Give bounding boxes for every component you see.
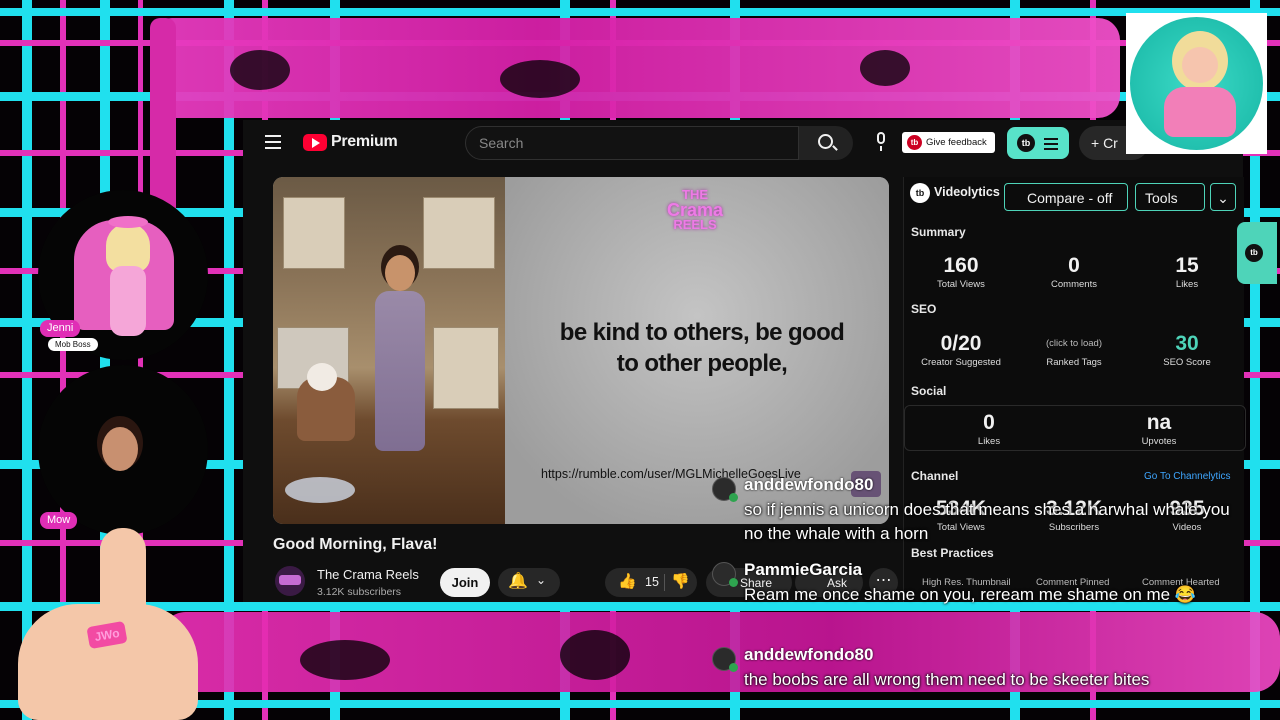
slide-caption: be kind to others, be good to other peop… [559,319,845,377]
seo-heading: SEO [911,302,937,316]
chat-username: anddewfondo80 [744,475,874,494]
video-title: Good Morning, Flava! [273,536,438,553]
summary-heading: Summary [911,225,966,239]
social-heading: Social [911,384,947,398]
seo-score[interactable]: 30 SEO Score [1132,332,1242,370]
chat-text: Ream me once shame on you, reream me sha… [744,585,1197,604]
channel-name[interactable]: The Crama Reels [317,567,419,582]
search-icon[interactable] [799,126,853,160]
menu-icon[interactable] [265,135,281,149]
like-dislike-group[interactable]: 👍 15 👎 [605,568,697,597]
best-practices-heading: Best Practices [911,546,994,560]
social-likes: 0 Likes [977,411,1001,447]
chat-username: anddewfondo80 [744,645,874,664]
subscribed-bell-button[interactable]: 🔔 ⌄ [498,568,560,597]
stat-comments: 0 Comments [1051,254,1097,290]
seo-creator-suggested[interactable]: 0/20 Creator Suggested [906,332,1016,370]
webcam-avatar-mow [38,365,208,535]
cam-role-tag: Mob Boss [48,338,98,351]
video-player[interactable]: THE Crama REELS be kind to others, be go… [273,177,889,524]
youtube-topbar: Premium Search Give feedback tb + Cr [243,120,1243,166]
tubebuddy-side-tab[interactable]: tb [1237,222,1277,284]
stat-total-views: 160 Total Views [937,254,985,290]
chat-avatar [712,562,738,587]
thumbs-down-icon[interactable]: 👎 [671,572,690,590]
tubebuddy-menu-button[interactable]: tb [1007,127,1069,159]
chat-avatar [712,477,738,502]
premium-label[interactable]: Premium [331,133,398,151]
tools-dropdown[interactable]: Tools [1135,183,1205,211]
channel-subscribers: 3.12K subscribers [317,586,402,598]
drama-reels-logo: THE Crama REELS [666,187,724,232]
panel-collapse-button[interactable]: ⌄ [1210,183,1236,211]
bell-icon: 🔔 [508,573,528,590]
search-input[interactable]: Search [465,126,799,160]
stat-likes: 15 Likes [1175,254,1199,290]
give-feedback-button[interactable]: Give feedback [902,132,995,153]
chat-text: the boobs are all wrong them need to be … [744,670,1150,689]
social-upvotes: na Upvotes [1141,411,1177,447]
chat-avatar [712,647,738,672]
channel-avatar[interactable] [275,566,305,596]
chat-text: so if jennis a unicorn does that means s… [744,500,1230,543]
video-slide: THE Crama REELS be kind to others, be go… [505,177,889,524]
tubebuddy-icon: tb [910,183,930,203]
video-scene-image [273,177,505,524]
microphone-icon[interactable] [875,132,887,152]
tubebuddy-icon: tb [1245,244,1263,262]
like-count: 15 [645,575,659,589]
chat-username: PammieGarcia [744,560,863,579]
hand-graphic: JWo [0,520,210,720]
compare-button[interactable]: Compare - off [1004,183,1128,211]
tubebuddy-icon: tb [1017,134,1035,152]
channel-heading: Channel [911,469,959,483]
streamer-logo [1126,13,1267,154]
chevron-down-icon: ⌄ [536,573,547,587]
join-button[interactable]: Join [440,568,490,597]
cam-name-tag: Jenni [40,320,81,337]
channelytics-link[interactable]: Go To Channelytics [1144,471,1231,482]
videolytics-header: tb Videolytics [910,183,1000,203]
seo-ranked-tags[interactable]: (click to load) Ranked Tags [1019,332,1129,370]
youtube-logo-icon[interactable] [303,134,327,151]
thumbs-up-icon[interactable]: 👍 [618,572,637,590]
